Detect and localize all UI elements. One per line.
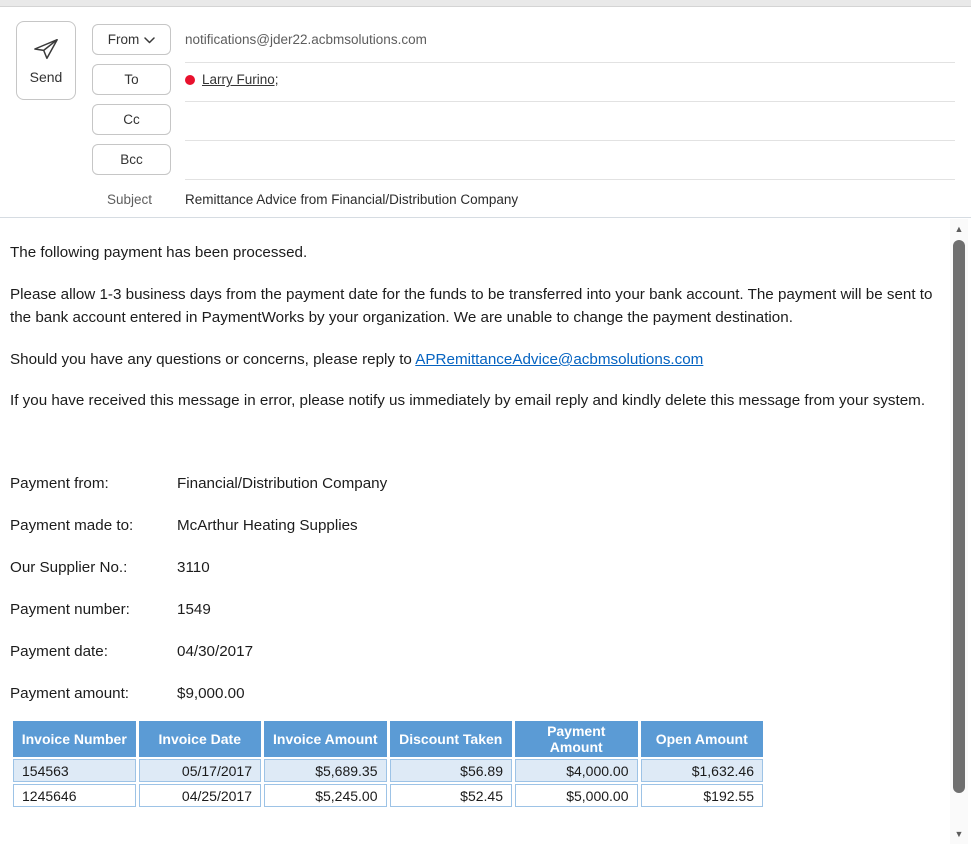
detail-value: 1549 [177,598,211,621]
to-button[interactable]: To [92,64,171,95]
detail-label: Our Supplier No.: [10,556,177,579]
cc-button[interactable]: Cc [92,104,171,135]
recipient-pill[interactable]: Larry Furino; [185,72,279,87]
col-header-open-amount: Open Amount [641,721,764,757]
detail-label: Payment amount: [10,682,177,705]
bcc-button[interactable]: Bcc [92,144,171,175]
cell-invoice-amount: $5,245.00 [264,784,387,807]
from-button-label: From [108,32,140,47]
message-body[interactable]: The following payment has been processed… [0,218,949,844]
cell-invoice-amount: $5,689.35 [264,759,387,782]
invoice-row: 154563 05/17/2017 $5,689.35 $56.89 $4,00… [13,759,763,782]
cell-payment-amount: $4,000.00 [515,759,638,782]
detail-label: Payment made to: [10,514,177,537]
detail-row-payment-amount: Payment amount: $9,000.00 [10,682,949,705]
scrollbar-thumb[interactable] [953,240,965,793]
bcc-button-label: Bcc [120,152,143,167]
scroll-down-arrow-icon[interactable]: ▼ [950,826,968,842]
email-compose-window: Send From To Cc Bcc notifications@jder22… [0,0,971,844]
to-button-label: To [124,72,138,87]
cell-invoice-date: 04/25/2017 [139,784,262,807]
detail-row-payment-from: Payment from: Financial/Distribution Com… [10,472,949,495]
detail-label: Payment number: [10,598,177,621]
detail-row-payment-date: Payment date: 04/30/2017 [10,640,949,663]
body-paragraph-3-text: Should you have any questions or concern… [10,351,415,368]
chevron-down-icon [144,37,155,44]
bcc-field-input[interactable] [185,179,955,180]
compose-header: Send From To Cc Bcc notifications@jder22… [0,8,971,218]
cell-open-amount: $192.55 [641,784,764,807]
cell-discount-taken: $56.89 [390,759,513,782]
send-button[interactable]: Send [16,21,76,100]
col-header-discount-taken: Discount Taken [390,721,513,757]
payment-details: Payment from: Financial/Distribution Com… [10,472,949,705]
cell-discount-taken: $52.45 [390,784,513,807]
detail-row-payment-made-to: Payment made to: McArthur Heating Suppli… [10,514,949,537]
subject-label: Subject [85,192,152,207]
invoice-row: 1245646 04/25/2017 $5,245.00 $52.45 $5,0… [13,784,763,807]
from-address-field[interactable]: notifications@jder22.acbmsolutions.com [185,32,427,47]
detail-value: McArthur Heating Supplies [177,514,358,537]
from-button[interactable]: From [92,24,171,55]
cell-invoice-number: 154563 [13,759,136,782]
invoice-table-header-row: Invoice Number Invoice Date Invoice Amou… [13,721,763,757]
detail-row-payment-number: Payment number: 1549 [10,598,949,621]
send-paper-plane-icon [31,36,61,62]
recipient-name: Larry Furino; [202,72,279,87]
detail-value: Financial/Distribution Company [177,472,387,495]
vertical-scrollbar[interactable]: ▲ ▼ [950,219,968,844]
cell-invoice-number: 1245646 [13,784,136,807]
detail-label: Payment date: [10,640,177,663]
cell-payment-amount: $5,000.00 [515,784,638,807]
detail-value: 04/30/2017 [177,640,253,663]
from-field-divider [185,62,955,63]
body-paragraph-1: The following payment has been processed… [10,241,945,264]
cell-invoice-date: 05/17/2017 [139,759,262,782]
detail-label: Payment from: [10,472,177,495]
window-top-strip [0,0,971,7]
cell-open-amount: $1,632.46 [641,759,764,782]
body-paragraph-2: Please allow 1-3 business days from the … [10,283,945,329]
col-header-payment-amount: Payment Amount [515,721,638,757]
reply-email-link[interactable]: APRemittanceAdvice@acbmsolutions.com [415,351,703,368]
body-paragraph-3: Should you have any questions or concern… [10,348,945,371]
body-paragraph-4: If you have received this message in err… [10,389,945,412]
invoice-table: Invoice Number Invoice Date Invoice Amou… [10,719,766,809]
presence-busy-icon [185,75,195,85]
cc-field-input[interactable] [185,140,955,141]
scroll-up-arrow-icon[interactable]: ▲ [950,221,968,237]
col-header-invoice-date: Invoice Date [139,721,262,757]
detail-value: 3110 [177,556,210,579]
col-header-invoice-amount: Invoice Amount [264,721,387,757]
to-field-divider[interactable] [185,101,955,102]
cc-button-label: Cc [123,112,140,127]
col-header-invoice-number: Invoice Number [13,721,136,757]
detail-row-supplier-no: Our Supplier No.: 3110 [10,556,949,579]
send-button-label: Send [30,69,63,85]
detail-value: $9,000.00 [177,682,245,705]
subject-field[interactable]: Remittance Advice from Financial/Distrib… [185,192,518,207]
